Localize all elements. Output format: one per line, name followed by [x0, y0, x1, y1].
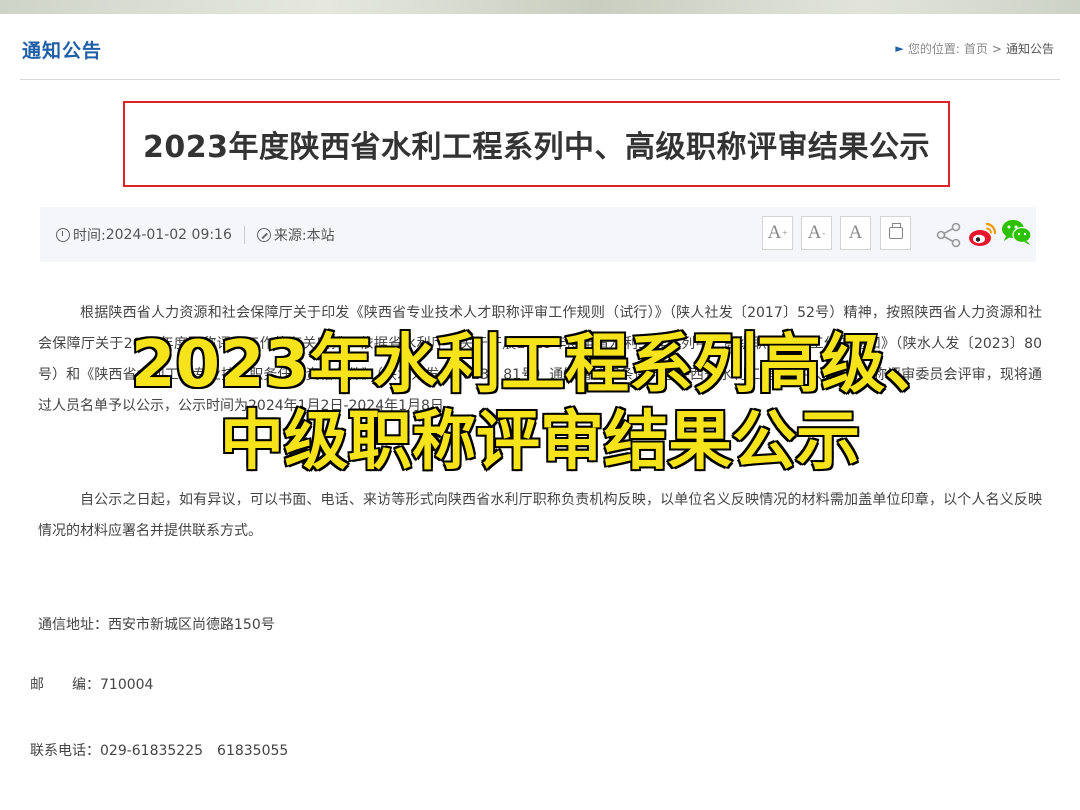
minus-icon: - [822, 228, 826, 238]
contact-address: 通信地址：西安市新城区尚德路150号 [38, 617, 275, 633]
time-label: 时间: [73, 228, 106, 244]
contact-phone: 联系电话：029-61835225 61835055 [30, 743, 289, 759]
breadcrumb: ► 您的位置: 首页 > 通知公告 [895, 40, 1054, 57]
wechat-icon[interactable] [1000, 216, 1034, 248]
section-title: 通知公告 [22, 40, 103, 62]
share-icon[interactable] [935, 221, 963, 249]
overlay-caption-line-2: 中级职称评审结果公示 [219, 405, 862, 479]
weibo-icon[interactable] [966, 218, 998, 250]
article-title-box: 2023年度陕西省水利工程系列中、高级职称评审结果公示 [123, 101, 950, 187]
font-default-glyph: A [848, 222, 863, 243]
overlay-caption-line-1: 2023年水利工程系列高级、 [129, 328, 950, 402]
header-divider [20, 79, 1060, 80]
font-large-glyph: A [767, 222, 782, 243]
edit-icon [256, 228, 271, 242]
breadcrumb-current-link[interactable]: 通知公告 [1006, 40, 1054, 57]
print-button[interactable] [880, 216, 911, 250]
source-label: 来源: [273, 228, 307, 244]
breadcrumb-prefix: 您的位置: [907, 42, 960, 56]
article-paragraph-2: 自公示之日起，如有异议，可以书面、电话、来访等形式向陕西省水利厅职称负责机构反映… [38, 492, 1042, 539]
article-title: 2023年度陕西省水利工程系列中、高级职称评审结果公示 [143, 130, 930, 165]
font-size-large-button[interactable]: A + [762, 216, 793, 250]
source-value: 本站 [306, 228, 335, 244]
breadcrumb-separator: > [991, 41, 1002, 56]
top-banner-strip [0, 0, 1080, 14]
breadcrumb-arrow-icon: ► [895, 42, 904, 55]
font-size-medium-button[interactable]: A- [801, 216, 832, 250]
meta-divider [243, 226, 245, 244]
article-meta-info: 时间: 2024-01-02 09:16 来源: 本站 [56, 225, 335, 245]
plus-icon: + [782, 228, 788, 238]
article-meta-bar: 时间: 2024-01-02 09:16 来源: 本站 A + A- A [40, 207, 1036, 262]
time-value: 2024-01-02 09:16 [105, 227, 232, 243]
contact-postcode: 邮 编：710004 [30, 677, 154, 693]
clock-icon [56, 228, 70, 242]
font-size-default-button[interactable]: A [840, 216, 871, 250]
font-medium-glyph: A [807, 222, 822, 243]
breadcrumb-home-link[interactable]: 首页 [964, 40, 988, 57]
printer-icon [888, 223, 903, 239]
